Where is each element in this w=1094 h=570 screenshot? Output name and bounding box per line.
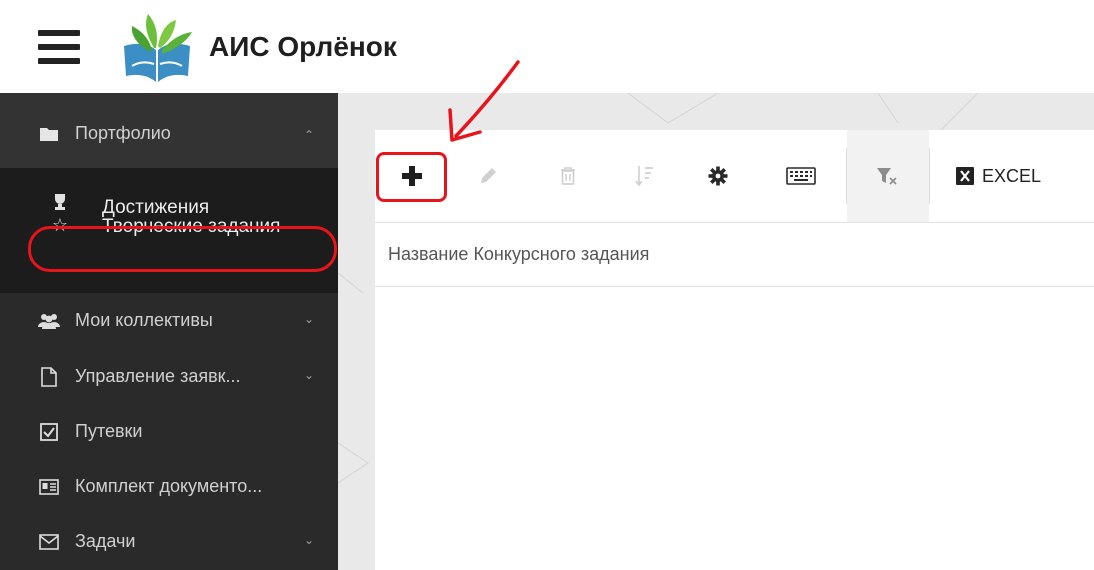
checkbox-icon bbox=[38, 421, 60, 443]
add-button[interactable] bbox=[384, 150, 440, 202]
envelope-icon bbox=[38, 531, 60, 553]
sidebar-item-vouchers[interactable]: Путевки bbox=[0, 405, 338, 460]
file-icon bbox=[38, 366, 60, 388]
sidebar-item-label: Задачи bbox=[75, 531, 136, 551]
excel-icon bbox=[956, 167, 974, 185]
id-card-icon bbox=[38, 476, 60, 498]
keyboard-button[interactable] bbox=[776, 150, 826, 202]
chevron-down-icon[interactable]: ⌄ bbox=[304, 533, 314, 547]
sidebar-item-label: Комплект документо... bbox=[75, 476, 263, 496]
toolbar-separator bbox=[846, 148, 847, 204]
app-title: АИС Орлёнок bbox=[209, 31, 397, 62]
trash-icon bbox=[561, 167, 575, 185]
sidebar-item-documents[interactable]: Комплект документо... bbox=[0, 460, 338, 515]
delete-button[interactable] bbox=[546, 150, 590, 202]
hamburger-menu-icon[interactable] bbox=[38, 30, 80, 64]
settings-button[interactable] bbox=[696, 150, 740, 202]
sidebar-item-tasks[interactable]: Задачи ⌄ bbox=[0, 515, 338, 570]
sort-icon bbox=[635, 166, 653, 187]
chevron-down-icon[interactable]: ⌄ bbox=[304, 312, 314, 326]
sidebar-item-creative-tasks[interactable]: ☆ Творческие задания bbox=[0, 213, 338, 243]
chevron-down-icon[interactable]: ⌄ bbox=[304, 368, 314, 382]
sidebar: Портфолио ⌃ Достижения ☆ Творческие зада… bbox=[0, 93, 338, 570]
toolbar-separator bbox=[929, 148, 930, 204]
filter-clear-icon bbox=[877, 168, 897, 185]
portfolio-submenu: Достижения ☆ Творческие задания bbox=[0, 168, 338, 293]
plus-icon bbox=[402, 166, 422, 186]
excel-export-button[interactable]: EXCEL bbox=[956, 150, 1066, 202]
sidebar-item-label: Управление заявк... bbox=[75, 366, 241, 386]
column-header-task-name[interactable]: Название Конкурсного задания bbox=[388, 244, 649, 265]
app-header: АИС Орлёнок bbox=[0, 0, 1094, 93]
sort-button[interactable] bbox=[622, 150, 666, 202]
sidebar-item-applications[interactable]: Управление заявк... ⌄ bbox=[0, 349, 338, 405]
excel-label: EXCEL bbox=[982, 165, 1042, 186]
sidebar-item-label: Творческие задания bbox=[102, 216, 281, 237]
pencil-icon bbox=[481, 168, 496, 183]
folder-icon bbox=[38, 123, 60, 145]
sidebar-item-my-groups[interactable]: Мои коллективы ⌄ bbox=[0, 293, 338, 349]
chevron-up-icon[interactable]: ⌃ bbox=[304, 128, 314, 142]
edit-button[interactable] bbox=[466, 150, 510, 202]
users-icon bbox=[38, 310, 60, 332]
sidebar-item-label: Мои коллективы bbox=[75, 310, 213, 330]
sidebar-item-portfolio[interactable]: Портфолио ⌃ bbox=[0, 93, 338, 168]
gear-icon bbox=[708, 166, 728, 186]
keyboard-icon bbox=[786, 167, 816, 185]
sidebar-item-label: Портфолио bbox=[75, 123, 171, 143]
sidebar-item-label: Путевки bbox=[75, 421, 143, 441]
clear-filter-button[interactable] bbox=[866, 150, 908, 202]
star-outline-icon: ☆ bbox=[51, 215, 69, 235]
table-header-row: Название Конкурсного задания bbox=[375, 222, 1094, 287]
app-logo bbox=[124, 14, 192, 82]
